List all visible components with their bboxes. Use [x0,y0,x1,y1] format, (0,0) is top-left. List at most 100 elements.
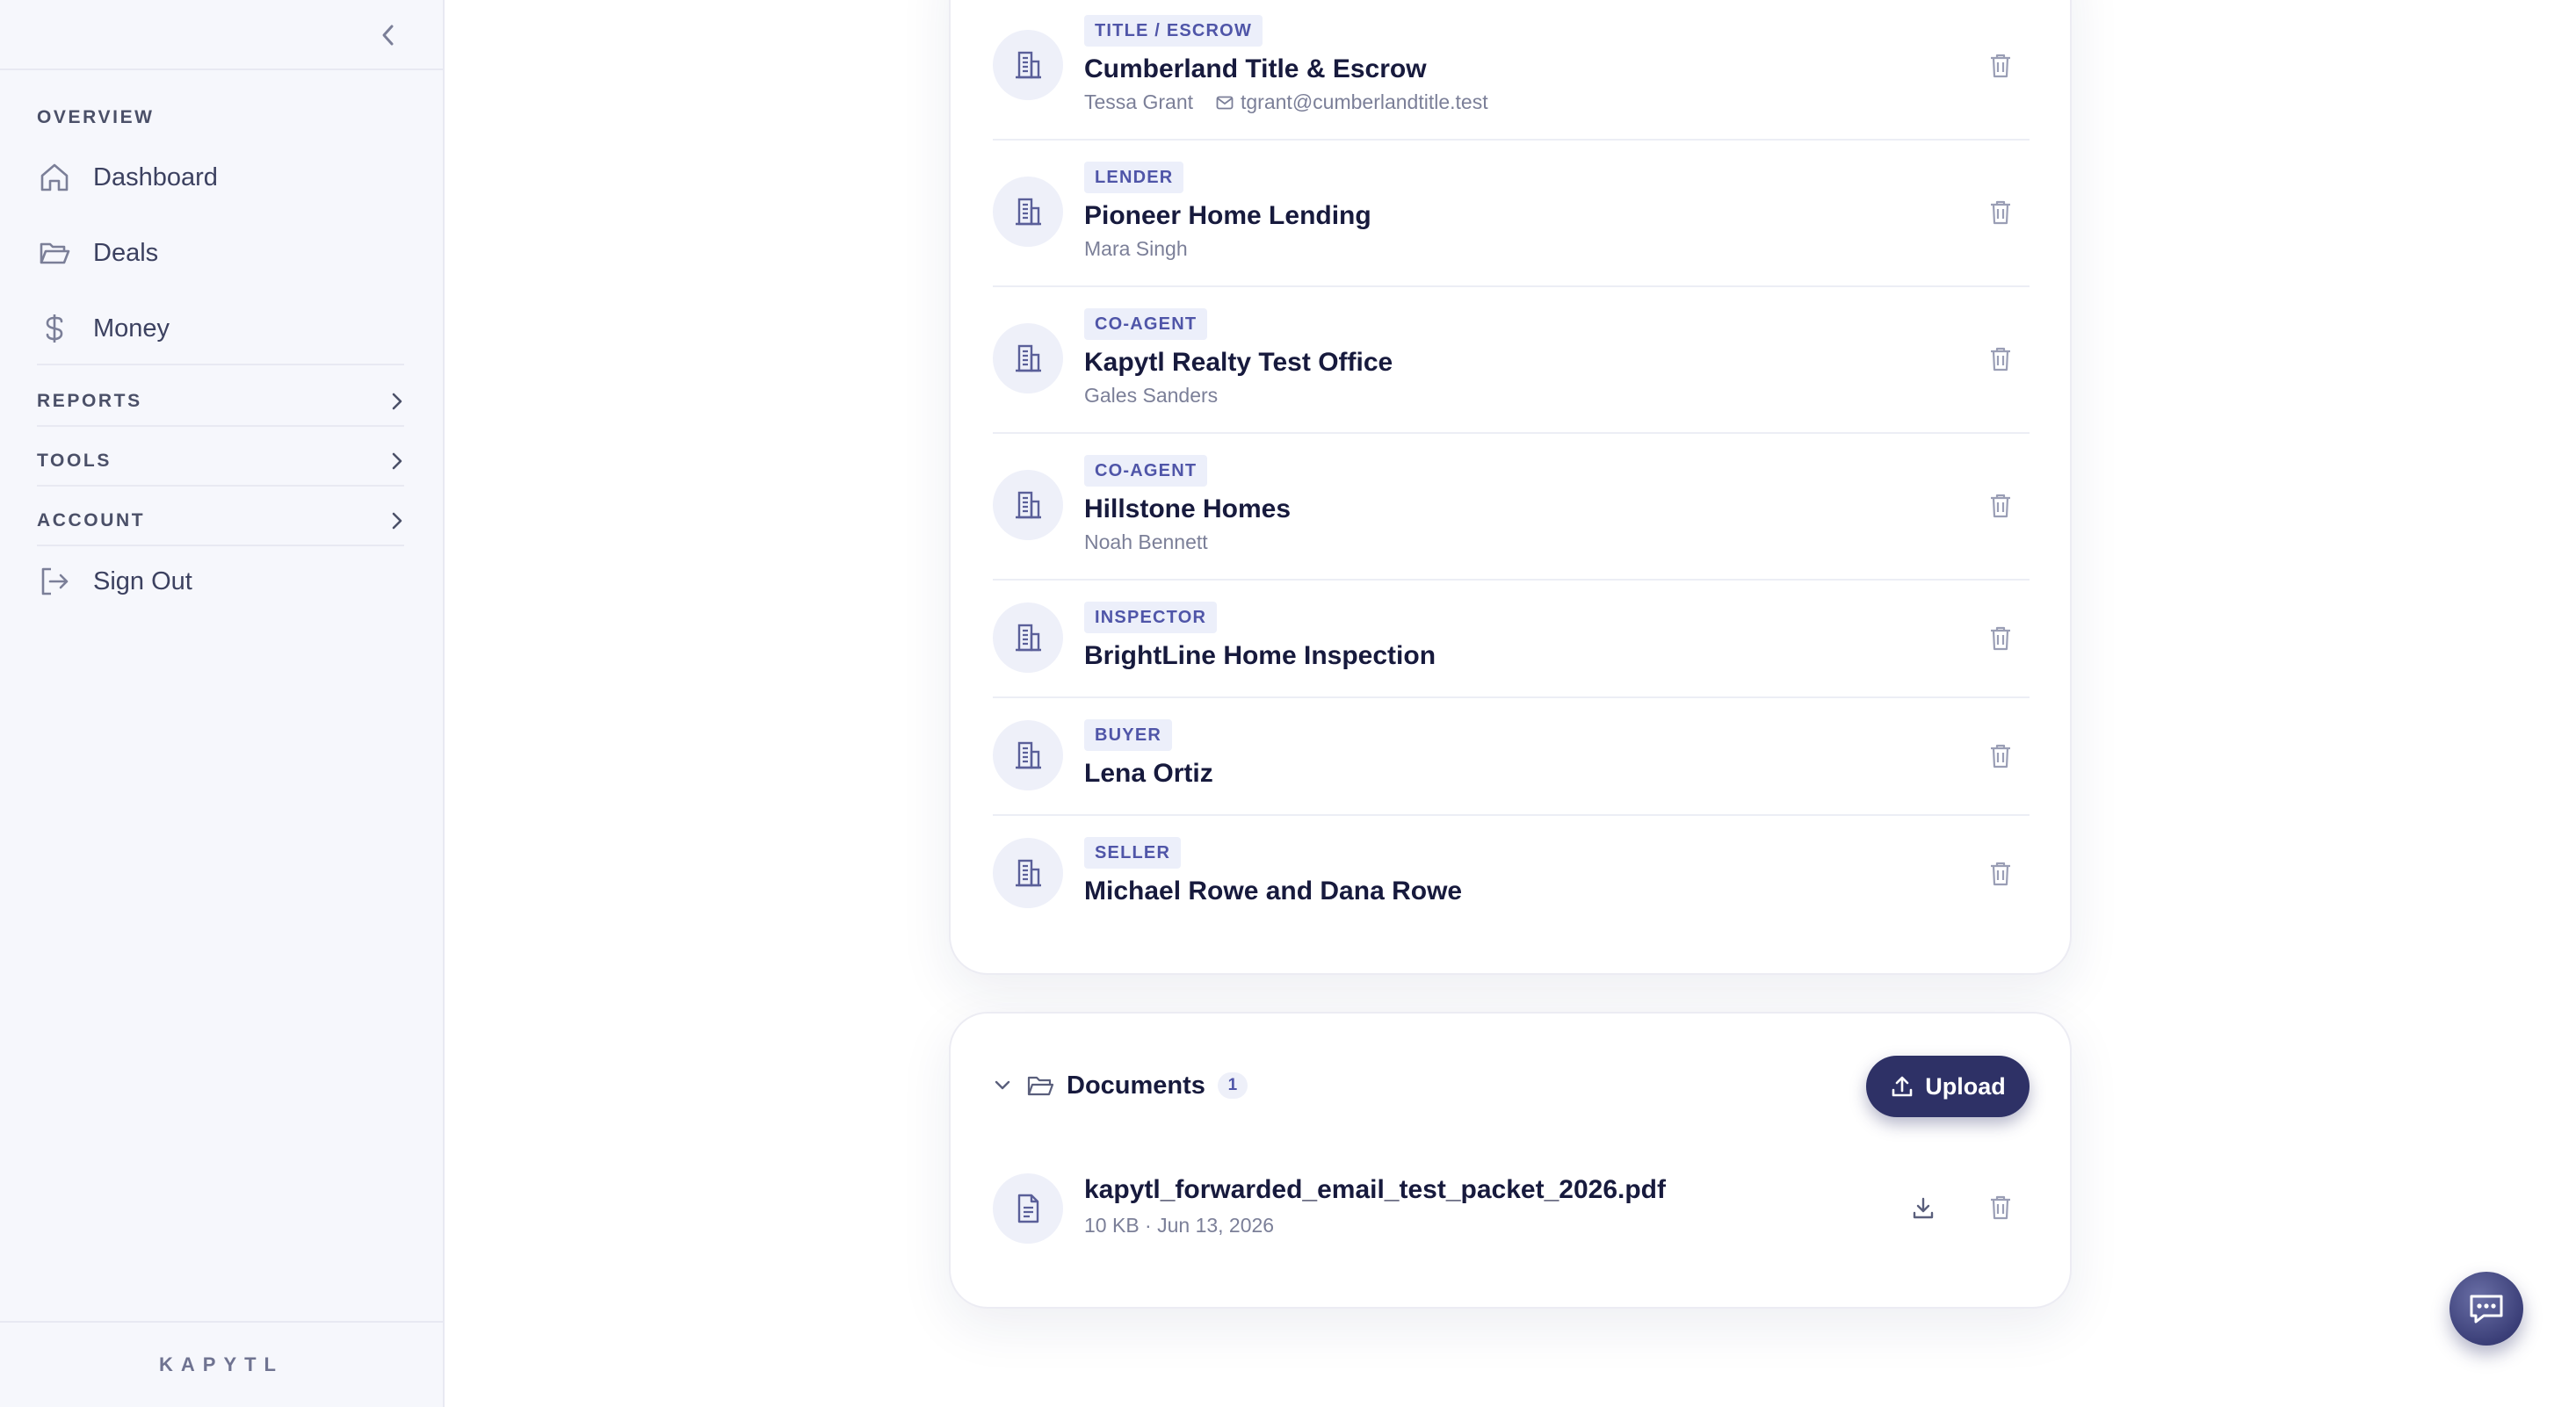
party-role-badge: SELLER [1084,837,1182,869]
trash-icon [1991,494,2010,518]
folder-icon [1026,1073,1054,1098]
delete-party-button[interactable] [1986,344,2015,374]
trash-icon [1991,54,2010,78]
building-icon [1016,624,1041,652]
chevron-right-icon [392,512,402,530]
document-meta: 10 KB · Jun 13, 2026 [1084,1214,1275,1237]
building-icon [1016,344,1041,372]
row-divider [993,432,2030,434]
party-name: Hillstone Homes [1084,494,1292,523]
brand-logo-text: KAPYTL [159,1353,284,1375]
group-account[interactable]: ACCOUNT [37,497,404,545]
chevron-down-icon [995,1080,1010,1090]
party-avatar [993,838,1063,908]
nav-deals[interactable]: Deals [37,227,406,279]
party-email[interactable]: tgrant@cumberlandtitle.test [1216,90,1488,114]
upload-button-label: Upload [1925,1072,2006,1100]
party-avatar [993,30,1063,100]
delete-document-button[interactable] [1986,1193,2015,1223]
delete-party-button[interactable] [1986,859,2015,889]
party-contact-name: Mara Singh [1084,237,1188,260]
party-contact-name: Gales Sanders [1084,384,1219,407]
party-avatar [993,177,1063,247]
building-icon [1016,859,1041,887]
party-contact-name: Tessa Grant [1084,90,1193,113]
row-divider [993,814,2030,816]
sidebar-footer: KAPYTL [0,1321,443,1407]
group-account-label: ACCOUNT [37,510,146,530]
divider [37,425,404,427]
sign-out-button[interactable]: Sign Out [37,555,406,608]
trash-icon [1991,200,2010,225]
nav-dashboard-label: Dashboard [93,162,218,191]
party-avatar [993,602,1063,673]
chevron-left-icon [382,25,394,46]
party-contact-line: Noah Bennett [1084,530,1208,554]
group-reports-label: REPORTS [37,391,142,411]
trash-icon [1991,862,2010,886]
documents-header: Documents 1 [993,1068,1248,1103]
trash-icon [1991,744,2010,768]
app: OVERVIEW Dashboard Deals Money REPORTS T… [0,0,2576,1407]
chat-assistant-button[interactable] [2449,1272,2523,1346]
building-icon [1016,198,1041,226]
party-role-badge: CO-AGENT [1084,455,1208,487]
delete-party-button[interactable] [1986,491,2015,521]
download-document-button[interactable] [1908,1193,1938,1223]
chevron-right-icon [392,452,402,470]
party-name: BrightLine Home Inspection [1084,641,1436,670]
delete-party-button[interactable] [1986,198,2015,227]
delete-party-button[interactable] [1986,51,2015,81]
nav-money[interactable]: Money [37,302,406,355]
collapse-documents-toggle[interactable] [993,1079,1012,1093]
party-name: Kapytl Realty Test Office [1084,348,1393,377]
sign-out-label: Sign Out [93,566,192,595]
dollar-icon [37,311,72,346]
nav-dashboard[interactable]: Dashboard [37,151,406,204]
building-icon [1016,51,1041,79]
group-tools[interactable]: TOOLS [37,437,404,485]
row-divider [993,696,2030,698]
section-overview-label: OVERVIEW [37,107,155,127]
group-reports[interactable]: REPORTS [37,378,404,425]
party-avatar [993,720,1063,790]
divider [37,485,404,487]
party-name: Lena Ortiz [1084,759,1213,788]
documents-title: Documents [1067,1071,1205,1100]
folder-open-icon [37,235,72,271]
party-role-badge: CO-AGENT [1084,308,1208,340]
party-contact-line: Gales Sanders [1084,384,1218,408]
trash-icon [1991,1195,2010,1220]
nav-deals-label: Deals [93,238,159,267]
party-role-badge: TITLE / ESCROW [1084,15,1263,47]
party-name: Cumberland Title & Escrow [1084,54,1427,83]
party-role-badge: LENDER [1084,162,1184,193]
document-name-link[interactable]: kapytl_forwarded_email_test_packet_2026.… [1084,1175,1666,1205]
collapse-sidebar-button[interactable] [373,19,404,51]
home-icon [37,160,72,195]
chevron-right-icon [392,393,402,410]
party-avatar [993,323,1063,393]
party-name: Pioneer Home Lending [1084,201,1371,230]
file-avatar [993,1173,1063,1244]
sidebar: OVERVIEW Dashboard Deals Money REPORTS T… [0,0,445,1407]
divider [37,364,404,365]
trash-icon [1991,347,2010,372]
sign-out-icon [37,564,72,599]
row-divider [993,139,2030,141]
party-role-badge: INSPECTOR [1084,602,1218,633]
trash-icon [1991,626,2010,651]
delete-party-button[interactable] [1986,741,2015,771]
upload-button[interactable]: Upload [1866,1056,2030,1117]
party-name: Michael Rowe and Dana Rowe [1084,877,1463,906]
sidebar-header [0,0,443,70]
file-text-icon [1017,1194,1039,1223]
delete-party-button[interactable] [1986,624,2015,653]
party-contact-line: Tessa Grant tgrant@cumberlandtitle.test [1084,90,1488,114]
row-divider [993,579,2030,581]
parties-card [949,0,2072,975]
divider [37,545,404,546]
party-contact-line: Mara Singh [1084,237,1188,261]
nav-money-label: Money [93,314,170,343]
building-icon [1016,741,1041,769]
